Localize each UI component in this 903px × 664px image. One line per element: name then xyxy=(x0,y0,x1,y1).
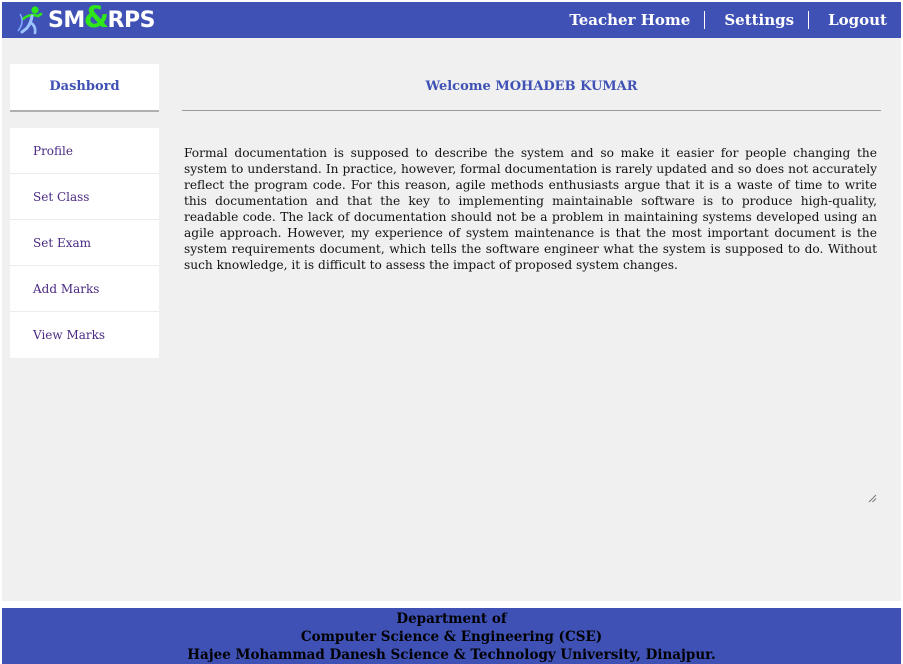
footer-department: Department of xyxy=(396,611,507,627)
description-text: Formal documentation is supposed to desc… xyxy=(184,146,877,272)
sidebar-item-view-marks[interactable]: View Marks xyxy=(10,312,159,358)
logo-text-right: RPS xyxy=(107,7,156,33)
resize-handle-icon[interactable] xyxy=(868,494,877,503)
app-logo[interactable]: SM & RPS xyxy=(14,0,156,37)
top-navbar: SM & RPS Teacher Home Settings Logout xyxy=(2,0,901,38)
nav-logout[interactable]: Logout xyxy=(808,11,901,29)
logo-ampersand: & xyxy=(83,0,109,34)
sidebar-item-profile[interactable]: Profile xyxy=(10,128,159,174)
content-area: Dashbord Profile Set Class Set Exam Add … xyxy=(2,38,901,601)
footer: Department of Computer Science & Enginee… xyxy=(2,608,901,664)
footer-program: Computer Science & Engineering (CSE) xyxy=(300,629,603,645)
sidebar-item-set-class[interactable]: Set Class xyxy=(10,174,159,220)
sidebar: Dashbord Profile Set Class Set Exam Add … xyxy=(10,64,159,358)
welcome-heading: Welcome MOHADEB KUMAR xyxy=(182,64,881,111)
nav-settings[interactable]: Settings xyxy=(704,11,808,29)
sidebar-item-add-marks[interactable]: Add Marks xyxy=(10,266,159,312)
logo-text-left: SM xyxy=(48,7,85,33)
description-textarea[interactable]: Formal documentation is supposed to desc… xyxy=(184,145,877,503)
footer-university: Hajee Mohammad Danesh Science & Technolo… xyxy=(187,647,716,663)
sidebar-item-set-exam[interactable]: Set Exam xyxy=(10,220,159,266)
sidebar-menu: Profile Set Class Set Exam Add Marks Vie… xyxy=(10,128,159,358)
nav-teacher-home[interactable]: Teacher Home xyxy=(569,11,704,29)
main-panel: Welcome MOHADEB KUMAR Formal documentati… xyxy=(182,64,881,503)
running-person-icon xyxy=(17,6,43,35)
logo-wordmark: SM & RPS xyxy=(48,0,156,37)
top-nav: Teacher Home Settings Logout xyxy=(569,2,901,38)
sidebar-title[interactable]: Dashbord xyxy=(10,64,159,112)
